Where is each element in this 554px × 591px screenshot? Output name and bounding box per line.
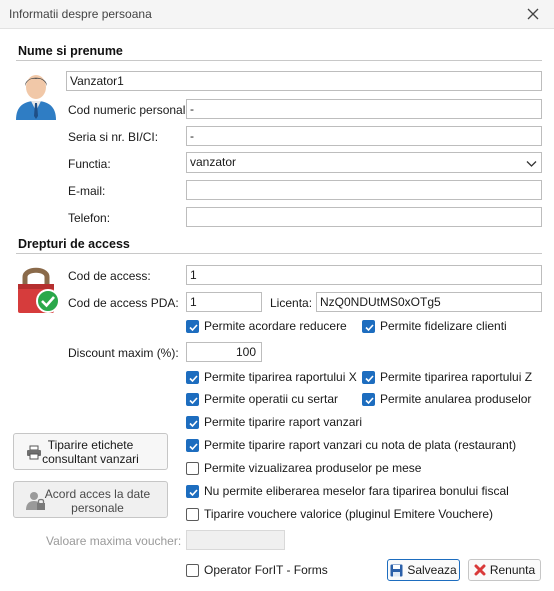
checkbox-raport-x[interactable]: Permite tiparirea raportului X — [186, 370, 357, 384]
print-labels-button[interactable]: Tiparire etichete consultant vanzari — [13, 433, 168, 470]
user-avatar-icon — [14, 70, 58, 125]
checkbox-label: Permite tiparirea raportului Z — [380, 370, 533, 384]
checkbox-fidelizare[interactable]: Permite fidelizare clienti — [362, 319, 507, 333]
chevron-down-icon — [526, 157, 537, 172]
discount-label: Discount maxim (%): — [68, 346, 179, 360]
user-lock-icon — [25, 490, 47, 515]
voucher-max-label: Valoare maxima voucher: — [46, 534, 182, 548]
checkbox-label: Permite vizualizarea produselor pe mese — [204, 461, 422, 475]
checkbox-unchecked-icon — [186, 507, 199, 521]
save-button-label: Salveaza — [407, 563, 457, 577]
checkbox-checked-icon — [186, 392, 199, 406]
checkbox-checked-icon — [186, 319, 199, 333]
cancel-button[interactable]: Renunta — [468, 559, 541, 581]
checkbox-sertar[interactable]: Permite operatii cu sertar — [186, 392, 338, 406]
function-label: Functia: — [68, 157, 111, 171]
save-button[interactable]: Salveaza — [387, 559, 460, 581]
checkbox-label: Operator ForIT - Forms — [204, 563, 328, 577]
cnp-input[interactable]: - — [186, 99, 542, 119]
checkbox-label: Permite anularea produselor — [380, 392, 532, 406]
checkbox-anulare[interactable]: Permite anularea produselor — [362, 392, 531, 406]
section-access-title: Drepturi de access — [18, 237, 130, 251]
checkbox-raport-nota[interactable]: Permite tiparire raport vanzari cu nota … — [186, 438, 516, 452]
red-x-icon — [474, 564, 486, 576]
id-card-label: Seria si nr. BI/CI: — [68, 130, 159, 144]
checkbox-checked-icon — [186, 484, 199, 498]
checkbox-label: Permite fidelizare clienti — [380, 319, 507, 333]
section-divider — [16, 253, 542, 254]
checkbox-label: Permite tiparire raport vanzari — [204, 415, 363, 429]
checkbox-checked-icon — [362, 319, 375, 333]
floppy-disk-icon — [390, 564, 403, 577]
cnp-label: Cod numeric personal: — [68, 103, 189, 117]
checkbox-label: Permite operatii cu sertar — [204, 392, 339, 406]
title-bar: Informatii despre persoana — [0, 0, 554, 29]
access-code-input[interactable]: 1 — [186, 265, 542, 285]
id-card-input[interactable]: - — [186, 126, 542, 146]
checkbox-checked-icon — [362, 392, 375, 406]
email-label: E-mail: — [68, 184, 106, 198]
phone-label: Telefon: — [68, 211, 111, 225]
pda-code-label: Cod de access PDA: — [68, 296, 179, 310]
checkbox-label: Permite tiparire raport vanzari cu nota … — [204, 438, 517, 452]
section-personal-title: Nume si prenume — [18, 44, 123, 58]
gdpr-consent-button[interactable]: Acord acces la date personale — [13, 481, 168, 518]
checkbox-raport-z[interactable]: Permite tiparirea raportului Z — [362, 370, 532, 384]
checkbox-label: Tiparire vouchere valorice (pluginul Emi… — [204, 507, 494, 521]
checkbox-label: Permite acordare reducere — [204, 319, 347, 333]
cancel-button-label: Renunta — [489, 563, 536, 577]
checkbox-operator-forit[interactable]: Operator ForIT - Forms — [186, 563, 328, 577]
checkbox-unchecked-icon — [186, 563, 199, 577]
discount-input[interactable]: 100 — [186, 342, 262, 362]
checkbox-vizualizare-mese[interactable]: Permite vizualizarea produselor pe mese — [186, 461, 421, 475]
checkbox-label: Permite tiparirea raportului X — [204, 370, 357, 384]
section-divider — [16, 60, 542, 61]
name-input[interactable]: Vanzator1 — [66, 71, 542, 91]
license-input[interactable]: NzQ0NDUtMS0xOTg5 — [316, 292, 542, 312]
lock-check-icon — [16, 263, 62, 318]
license-label: Licenta: — [270, 296, 313, 310]
checkbox-reducere[interactable]: Permite acordare reducere — [186, 319, 347, 333]
email-input[interactable] — [186, 180, 542, 200]
phone-input[interactable] — [186, 207, 542, 227]
access-code-label: Cod de access: — [68, 269, 151, 283]
function-select[interactable]: vanzator — [186, 152, 542, 173]
window-title: Informatii despre persoana — [9, 7, 152, 21]
checkbox-label: Nu permite eliberarea meselor fara tipar… — [204, 484, 509, 498]
checkbox-checked-icon — [362, 370, 375, 384]
checkbox-unchecked-icon — [186, 461, 199, 475]
close-icon[interactable] — [522, 3, 544, 25]
printer-icon — [26, 445, 42, 463]
voucher-max-input[interactable] — [186, 530, 285, 550]
checkbox-checked-icon — [186, 415, 199, 429]
checkbox-checked-icon — [186, 438, 199, 452]
function-select-value: vanzator — [190, 155, 237, 169]
pda-code-input[interactable]: 1 — [186, 292, 262, 312]
checkbox-eliberare-mese[interactable]: Nu permite eliberarea meselor fara tipar… — [186, 484, 509, 498]
checkbox-vouchere[interactable]: Tiparire vouchere valorice (pluginul Emi… — [186, 507, 493, 521]
checkbox-raport-vanzari[interactable]: Permite tiparire raport vanzari — [186, 415, 362, 429]
checkbox-checked-icon — [186, 370, 199, 384]
